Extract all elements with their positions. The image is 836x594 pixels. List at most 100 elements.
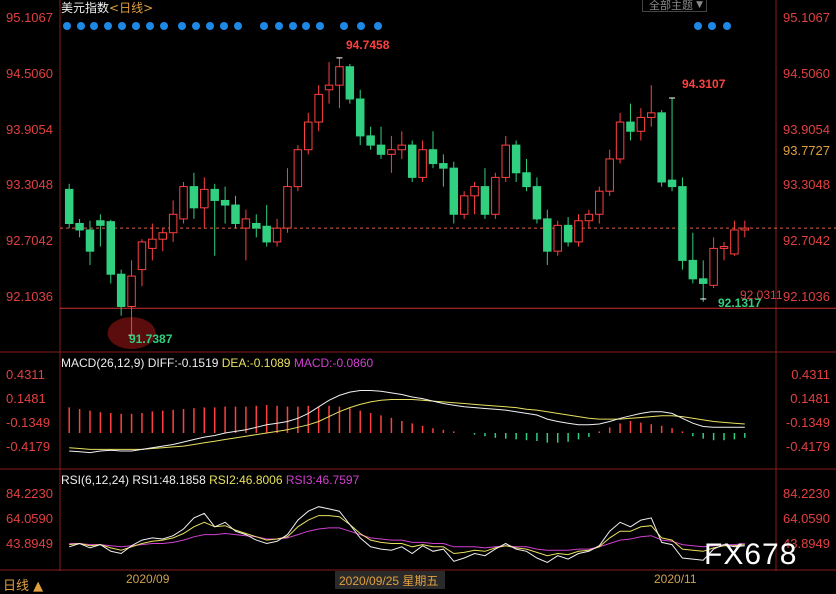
- candle-body: [168, 213, 178, 234]
- signal-dot: [178, 22, 186, 30]
- candle-body: [595, 190, 604, 215]
- macd-axis-left: -0.1349: [6, 415, 51, 430]
- candle-body: [116, 273, 126, 308]
- price-label-right: 92.7042: [783, 233, 830, 248]
- candle-body: [137, 241, 147, 271]
- signal-dot: [160, 22, 168, 30]
- signal-dot: [708, 22, 716, 30]
- signal-dot: [63, 22, 71, 30]
- signal-dot: [694, 22, 702, 30]
- price-label-left: 93.3048: [6, 177, 53, 192]
- candle-body: [543, 218, 552, 252]
- candle-body: [532, 186, 542, 220]
- candle-body: [85, 229, 95, 252]
- candle-body: [709, 247, 718, 286]
- time-label: 2020/09: [126, 572, 170, 586]
- rsi3-value: RSI3:46.7597: [285, 473, 360, 487]
- candle-body: [262, 225, 271, 243]
- candle-body: [106, 221, 116, 275]
- candle-body: [491, 176, 500, 215]
- signal-dot: [275, 22, 283, 30]
- candle-body: [626, 121, 635, 132]
- candle-body: [667, 179, 677, 188]
- macd-header: MACD(26,12,9) DIFF:-0.1519 DEA:-0.1089 M…: [61, 356, 373, 370]
- rsi-header: RSI(6,12,24) RSI1:48.1858 RSI2:46.8006 R…: [61, 473, 359, 487]
- signal-dot: [132, 22, 140, 30]
- candle-body: [740, 227, 750, 231]
- candle-body: [698, 278, 708, 284]
- rsi-name: RSI(6,12,24): [61, 473, 130, 487]
- candle-body: [252, 223, 261, 229]
- candle-body: [335, 66, 344, 86]
- macd-axis-right: -0.4179: [785, 439, 830, 454]
- candle-body: [480, 186, 490, 215]
- macd-dea: DEA:-0.1089: [221, 356, 291, 370]
- signal-dot: [234, 22, 242, 30]
- candle-body: [345, 66, 355, 100]
- signal-dot: [206, 22, 214, 30]
- signal-dot: [118, 22, 126, 30]
- macd-axis-right: 0.1481: [790, 391, 830, 406]
- candle-body: [366, 135, 375, 146]
- signal-dot: [90, 22, 98, 30]
- rsi-axis-left: 43.8949: [6, 536, 53, 551]
- crosshair-date-label: 2020/09/25 星期五: [339, 574, 439, 588]
- candle-body: [387, 149, 396, 155]
- candle-body: [283, 186, 292, 229]
- candle-body: [636, 116, 646, 132]
- high-annotation-2: 94.3107: [682, 77, 726, 91]
- candle-body: [314, 93, 323, 123]
- candle-body: [75, 223, 84, 231]
- candle-body: [470, 186, 479, 197]
- candle-body: [96, 220, 105, 226]
- support-annotation: 92.0311: [740, 288, 783, 302]
- candle-body: [501, 144, 510, 178]
- macd-name: MACD(26,12,9): [61, 356, 145, 370]
- price-label-right: 92.1036: [783, 289, 830, 304]
- candle-body: [189, 186, 199, 209]
- candle-body: [127, 275, 136, 308]
- macd-axis-left: 0.1481: [6, 391, 46, 406]
- rsi-axis-left: 84.2230: [6, 486, 53, 501]
- candle-body: [449, 167, 459, 215]
- candle-body: [158, 232, 167, 240]
- signal-dot: [357, 22, 365, 30]
- candle-body: [418, 149, 427, 178]
- period-toggle-button[interactable]: 日线 ▲: [3, 575, 43, 594]
- rsi1-value: RSI1:48.1858: [132, 473, 206, 487]
- candle-body: [200, 188, 209, 209]
- signal-dot: [723, 22, 731, 30]
- price-label-right: 93.9054: [783, 122, 830, 137]
- rsi1-line: [69, 506, 745, 563]
- macd-axis-left: -0.4179: [6, 439, 51, 454]
- candle-body: [678, 186, 687, 261]
- fx678-watermark: FX678: [704, 538, 798, 571]
- price-label-left: 94.5060: [6, 66, 53, 81]
- candle-body: [719, 246, 729, 249]
- rsi3-line: [69, 527, 745, 551]
- price-label-right: 95.1067: [783, 10, 830, 25]
- signal-dot: [289, 22, 297, 30]
- candle-body: [148, 238, 157, 249]
- candle-body: [272, 227, 282, 243]
- candle-body: [439, 163, 448, 169]
- candle-body: [730, 229, 739, 255]
- rsi-axis-right: 64.0590: [783, 511, 830, 526]
- signal-dot: [220, 22, 228, 30]
- candle-body: [584, 213, 594, 222]
- dea-line: [69, 399, 745, 450]
- macd-value: MACD:-0.0860: [293, 356, 374, 370]
- candle-body: [324, 84, 334, 91]
- candle-body: [376, 144, 386, 155]
- price-label-left: 92.7042: [6, 233, 53, 248]
- candle-body: [574, 220, 583, 243]
- candle-body: [657, 112, 666, 183]
- candle-body: [179, 186, 188, 220]
- candle-body: [511, 144, 521, 174]
- candle-body: [220, 199, 230, 206]
- candle-body: [563, 224, 573, 243]
- signal-dot: [316, 22, 324, 30]
- price-label-left: 93.9054: [6, 122, 53, 137]
- candle-body: [407, 144, 417, 178]
- high-annotation: 94.7458: [346, 38, 390, 52]
